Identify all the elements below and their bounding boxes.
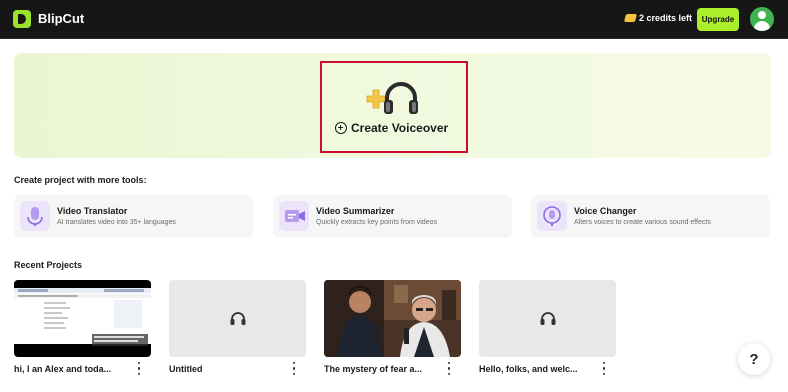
credits-icon [623, 14, 638, 22]
voice-changer-icon [543, 206, 561, 226]
project-title[interactable]: The mystery of fear a... [324, 364, 422, 374]
tool-voice-changer[interactable]: Voice Changer Alters voices to create va… [531, 195, 770, 238]
podcast-photo-thumbnail [324, 280, 461, 357]
headphones-icon [230, 312, 246, 325]
brand-name[interactable]: BlipCut [38, 11, 84, 26]
project-title[interactable]: Hello, folks, and welc... [479, 364, 578, 374]
recent-projects-heading: Recent Projects [14, 260, 83, 270]
tool-name: Voice Changer [574, 206, 637, 216]
project-thumbnail[interactable] [169, 280, 306, 357]
create-voiceover-button[interactable]: Create Voiceover [335, 121, 448, 135]
project-thumbnail[interactable] [324, 280, 461, 357]
tool-name: Video Translator [57, 206, 128, 216]
project-title[interactable]: hi, I an Alex and toda... [14, 364, 111, 374]
tool-description: Quickly extracts key points from videos [316, 219, 437, 226]
project-title[interactable]: Untitled [169, 364, 203, 374]
microphone-icon [27, 207, 43, 226]
credits-label: 2 credits left [639, 13, 693, 23]
screen-recording-thumbnail [14, 288, 151, 346]
tool-video-translator[interactable]: Video Translator AI translates video int… [14, 195, 253, 238]
tool-description: Alters voices to create various sound ef… [574, 219, 711, 226]
project-menu-button[interactable] [291, 362, 297, 375]
top-bar: BlipCut 2 credits left Upgrade [0, 0, 788, 39]
voiceover-headphones-icon[interactable] [363, 76, 423, 116]
project-menu-button[interactable] [446, 362, 452, 375]
blipcut-logo-icon[interactable] [13, 10, 31, 28]
help-button[interactable]: ? [738, 343, 770, 375]
project-thumbnail[interactable] [14, 280, 151, 357]
upgrade-button[interactable]: Upgrade [697, 8, 739, 31]
video-summary-icon [285, 210, 305, 222]
project-thumbnail[interactable] [479, 280, 616, 357]
headphones-icon [540, 312, 556, 325]
user-avatar[interactable] [750, 7, 774, 31]
tool-video-summarizer[interactable]: Video Summarizer Quickly extracts key po… [273, 195, 512, 238]
tools-heading: Create project with more tools: [14, 175, 147, 185]
credits-indicator: 2 credits left [623, 13, 693, 23]
create-voiceover-label: Create Voiceover [351, 121, 449, 135]
plus-circle-icon [335, 122, 347, 134]
project-menu-button[interactable] [601, 362, 607, 375]
tool-description: AI translates video into 35+ languages [57, 219, 176, 226]
project-menu-button[interactable] [136, 362, 142, 375]
tool-name: Video Summarizer [316, 206, 395, 216]
